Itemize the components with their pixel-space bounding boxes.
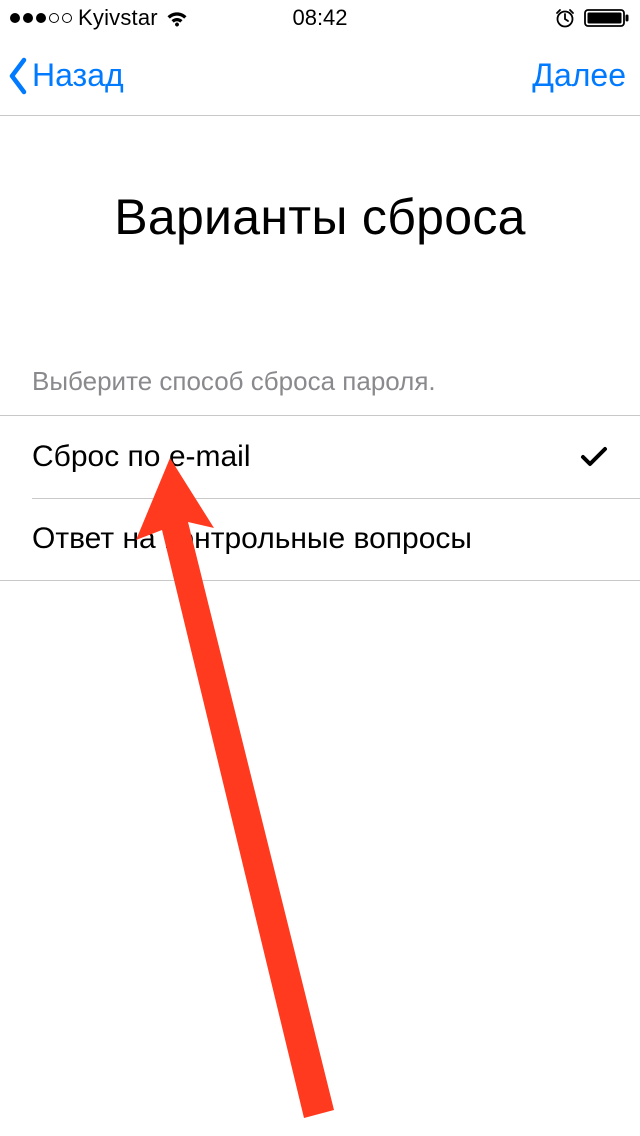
status-left: Kyivstar	[10, 5, 190, 31]
option-security-questions[interactable]: Ответ на контрольные вопросы	[0, 498, 640, 580]
option-label: Сброс по e-mail	[32, 440, 251, 474]
status-right	[554, 7, 630, 29]
page-title: Варианты сброса	[0, 188, 640, 246]
checkmark-icon	[580, 446, 608, 468]
signal-strength-icon	[10, 13, 72, 23]
chevron-left-icon	[6, 56, 30, 96]
next-button[interactable]: Далее	[532, 57, 626, 94]
section-header: Выберите способ сброса пароля.	[0, 366, 640, 397]
status-bar: Kyivstar 08:42	[0, 0, 640, 36]
battery-icon	[584, 8, 630, 28]
back-button[interactable]: Назад	[6, 56, 124, 96]
next-label: Далее	[532, 57, 626, 93]
back-label: Назад	[32, 57, 124, 94]
option-reset-by-email[interactable]: Сброс по e-mail	[0, 416, 640, 498]
carrier-label: Kyivstar	[78, 5, 158, 31]
option-label: Ответ на контрольные вопросы	[32, 522, 472, 556]
nav-bar: Назад Далее	[0, 36, 640, 116]
wifi-icon	[164, 8, 190, 28]
status-time: 08:42	[292, 5, 347, 31]
alarm-icon	[554, 7, 576, 29]
options-list: Сброс по e-mail Ответ на контрольные воп…	[0, 415, 640, 581]
